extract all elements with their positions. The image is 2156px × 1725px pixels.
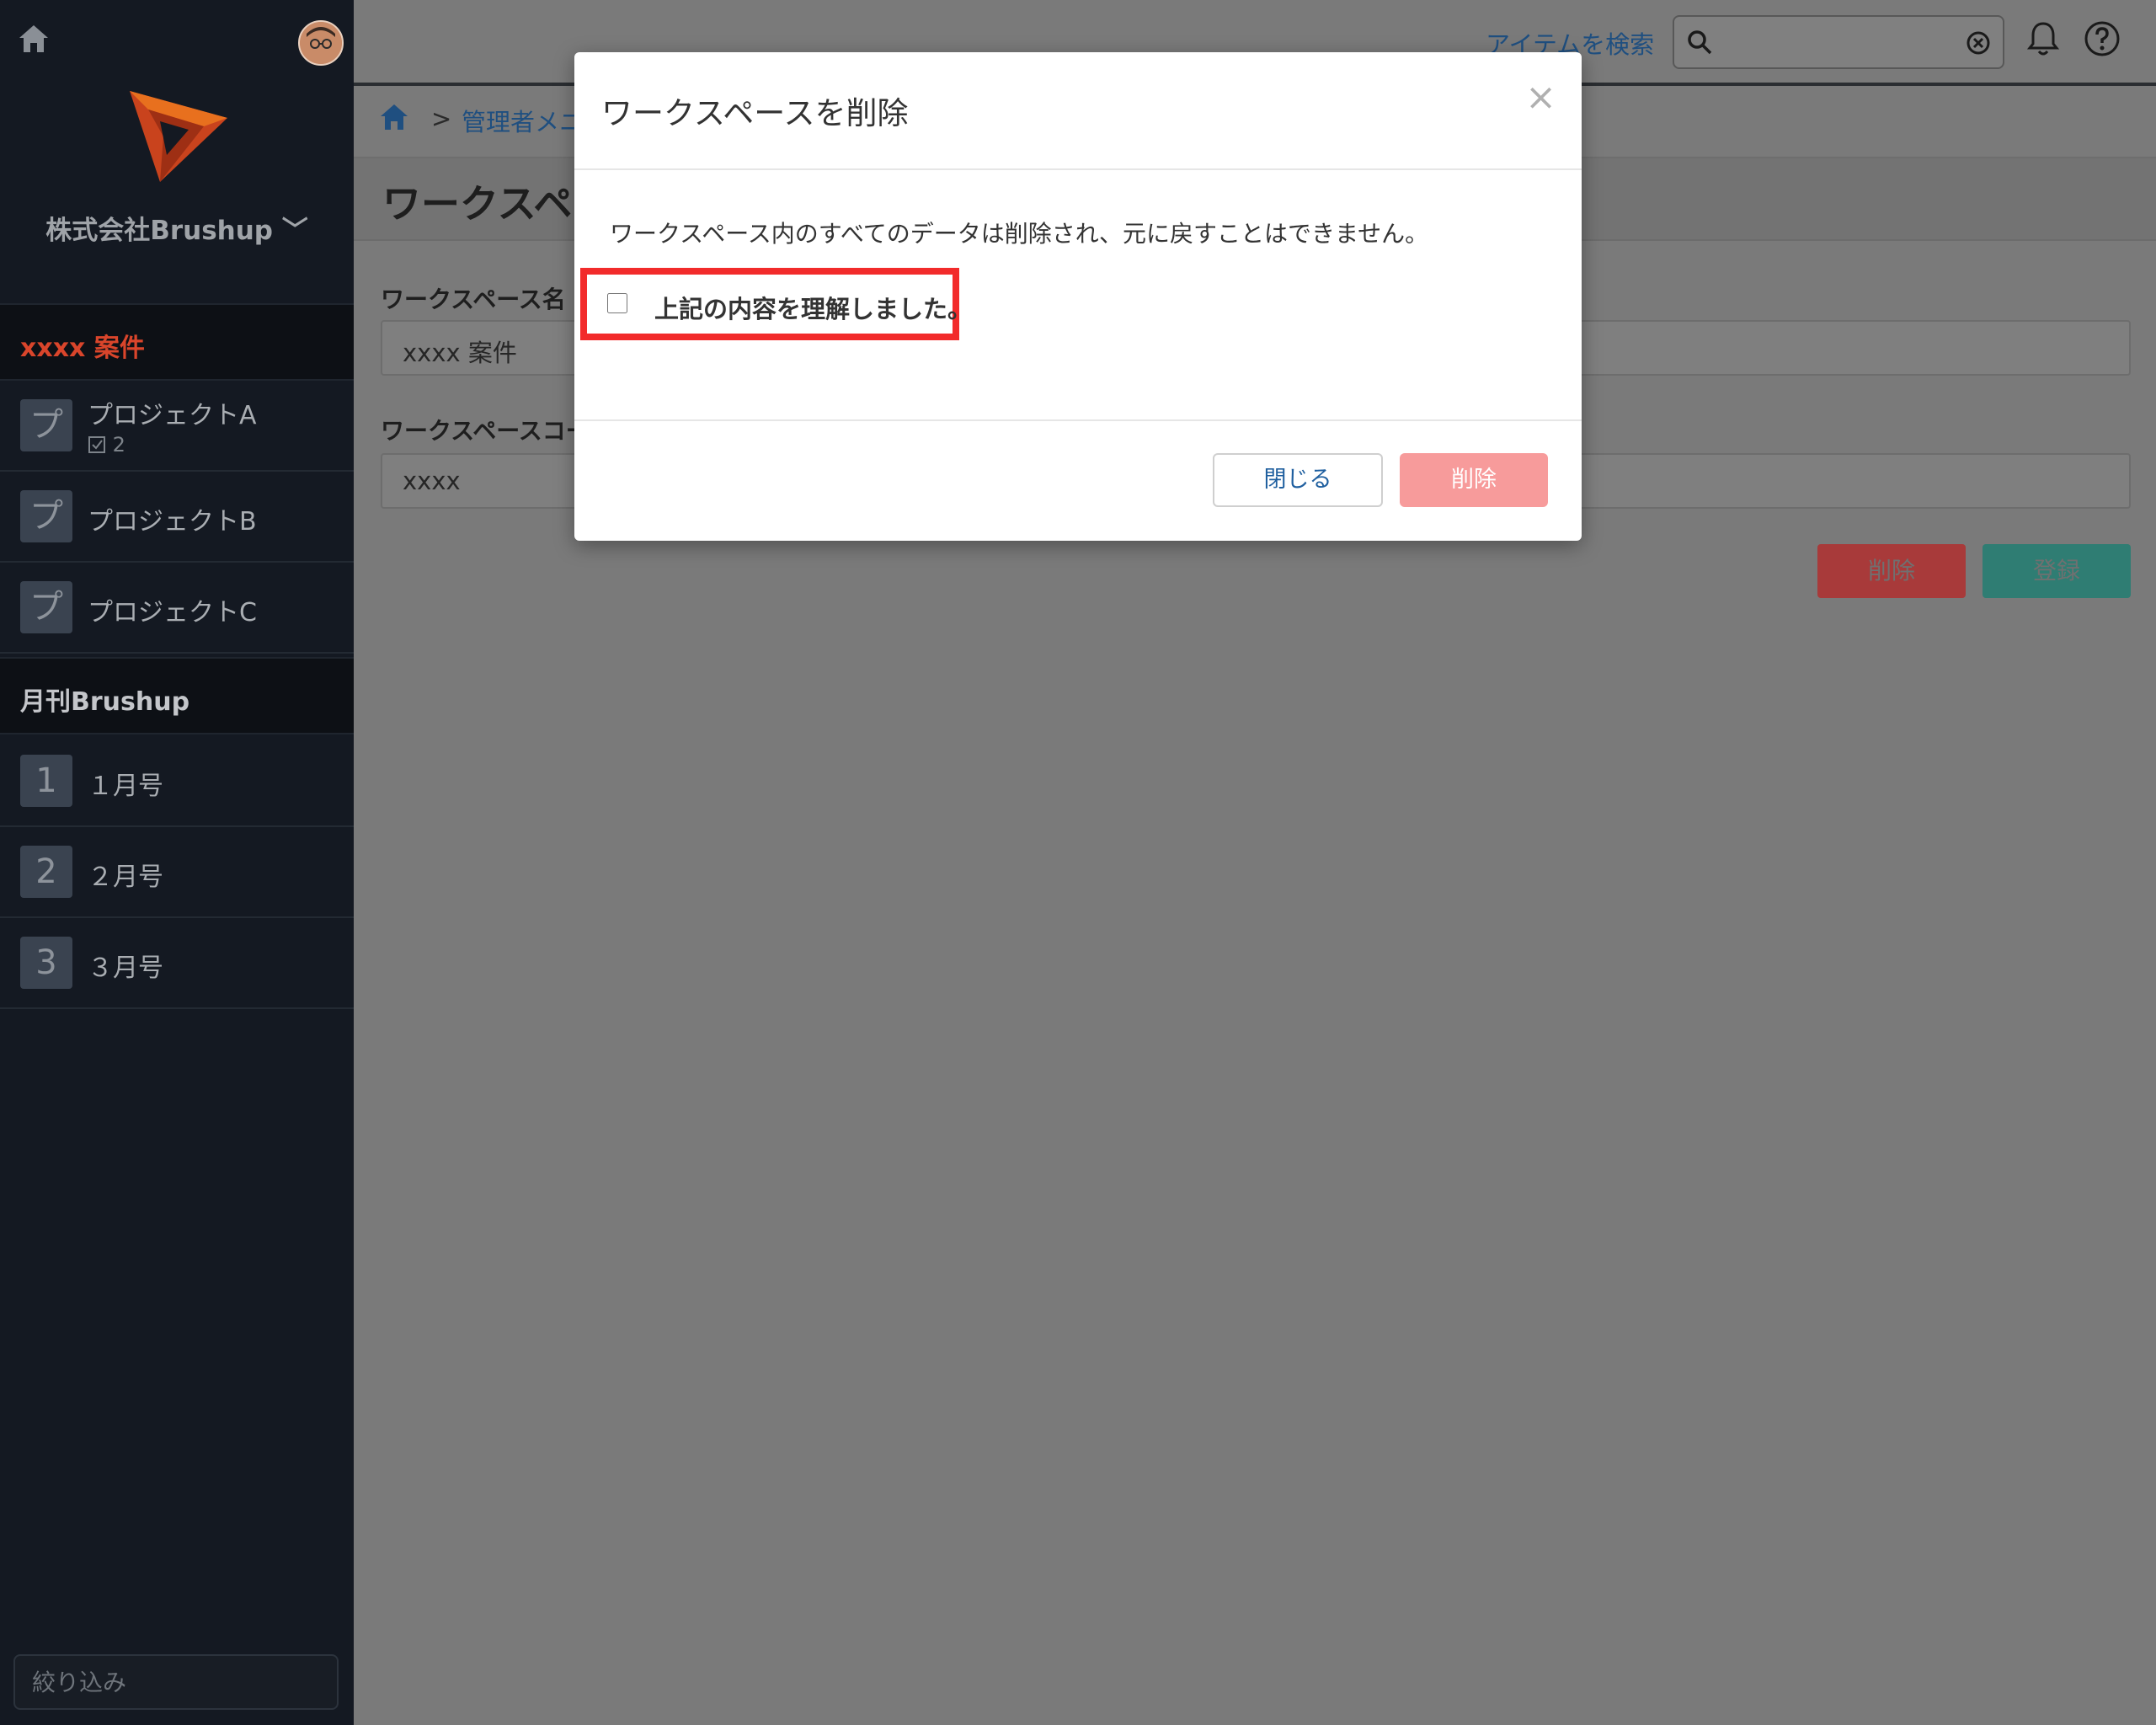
delete-button[interactable]: 削除 bbox=[1817, 544, 1966, 598]
sidebar-item-project-c[interactable]: プ プロジェクトC bbox=[0, 563, 354, 654]
section-title: xxxx 案件 bbox=[20, 334, 145, 363]
search-icon bbox=[1688, 30, 1712, 55]
sidebar-item-label: プロジェクトA bbox=[88, 401, 257, 430]
user-avatar[interactable] bbox=[298, 20, 344, 66]
brushup-logo bbox=[130, 91, 227, 182]
modal-close-button[interactable]: 閉じる bbox=[1213, 453, 1383, 507]
sidebar-item-label: プロジェクトC bbox=[88, 598, 257, 628]
section-title: 月刊Brushup bbox=[20, 687, 190, 717]
issue-tile: 1 bbox=[20, 755, 72, 807]
workspace-code-label: ワークスペースコー bbox=[381, 417, 590, 445]
sidebar-item-february[interactable]: 2 ２月号 bbox=[0, 827, 354, 918]
search-field[interactable] bbox=[1673, 15, 2004, 69]
sidebar-item-project-a[interactable]: プ プロジェクトA 2 bbox=[0, 381, 354, 472]
company-selector[interactable]: 株式会社Brushup ﹀ bbox=[0, 209, 354, 247]
confirm-checkbox[interactable] bbox=[607, 293, 627, 313]
filter-field[interactable] bbox=[13, 1654, 339, 1710]
task-count-value: 2 bbox=[112, 433, 125, 457]
register-button[interactable]: 登録 bbox=[1983, 544, 2131, 598]
section-header-monthly[interactable]: 月刊Brushup bbox=[0, 657, 354, 734]
clear-icon[interactable] bbox=[1966, 30, 1991, 56]
workspace-name-label: ワークスペース名 bbox=[381, 286, 566, 313]
breadcrumb-separator: > bbox=[431, 104, 452, 133]
modal-delete-button[interactable]: 削除 bbox=[1400, 453, 1548, 507]
confirm-highlight: 上記の内容を理解しました。 bbox=[580, 268, 972, 340]
confirm-label[interactable]: 上記の内容を理解しました。 bbox=[654, 290, 972, 325]
sidebar-item-label: ３月号 bbox=[88, 953, 163, 983]
project-tile: プ bbox=[20, 581, 72, 633]
sidebar-item-label: ２月号 bbox=[88, 862, 163, 892]
task-count: 2 bbox=[88, 433, 125, 457]
task-check-icon bbox=[88, 436, 105, 453]
modal-message: ワークスペース内のすべてのデータは削除され、元に戻すことはできません。 bbox=[610, 220, 1429, 248]
filter-input[interactable] bbox=[15, 1656, 337, 1708]
home-icon[interactable] bbox=[379, 103, 409, 131]
sidebar: 株式会社Brushup ﹀ xxxx 案件 プ プロジェクトA 2 プ プロジェ… bbox=[0, 0, 354, 1725]
modal-header: ワークスペースを削除 × bbox=[574, 52, 1582, 170]
home-icon[interactable] bbox=[17, 22, 51, 56]
breadcrumb-admin-menu[interactable]: 管理者メニ bbox=[462, 103, 584, 138]
issue-tile: 2 bbox=[20, 846, 72, 898]
delete-workspace-modal: ワークスペースを削除 × ワークスペース内のすべてのデータは削除され、元に戻すこ… bbox=[574, 52, 1582, 541]
project-tile: プ bbox=[20, 490, 72, 542]
sidebar-item-march[interactable]: 3 ３月号 bbox=[0, 918, 354, 1009]
section-header-xxxx[interactable]: xxxx 案件 bbox=[0, 303, 354, 381]
sidebar-item-label: １月号 bbox=[88, 772, 163, 801]
close-icon[interactable]: × bbox=[1525, 76, 1556, 119]
bell-icon[interactable] bbox=[2026, 20, 2060, 57]
issue-tile: 3 bbox=[20, 937, 72, 989]
help-icon[interactable] bbox=[2084, 20, 2121, 57]
sidebar-item-january[interactable]: 1 １月号 bbox=[0, 736, 354, 827]
sidebar-item-label: プロジェクトB bbox=[88, 507, 257, 537]
workspace-name-value: xxxx 案件 bbox=[403, 339, 517, 367]
sidebar-item-project-b[interactable]: プ プロジェクトB bbox=[0, 472, 354, 563]
workspace-code-value: xxxx bbox=[403, 467, 461, 495]
page-title: ワークスペ bbox=[382, 181, 573, 227]
project-tile: プ bbox=[20, 399, 72, 451]
modal-footer-divider bbox=[574, 419, 1582, 421]
modal-title: ワークスペースを削除 bbox=[601, 95, 909, 131]
